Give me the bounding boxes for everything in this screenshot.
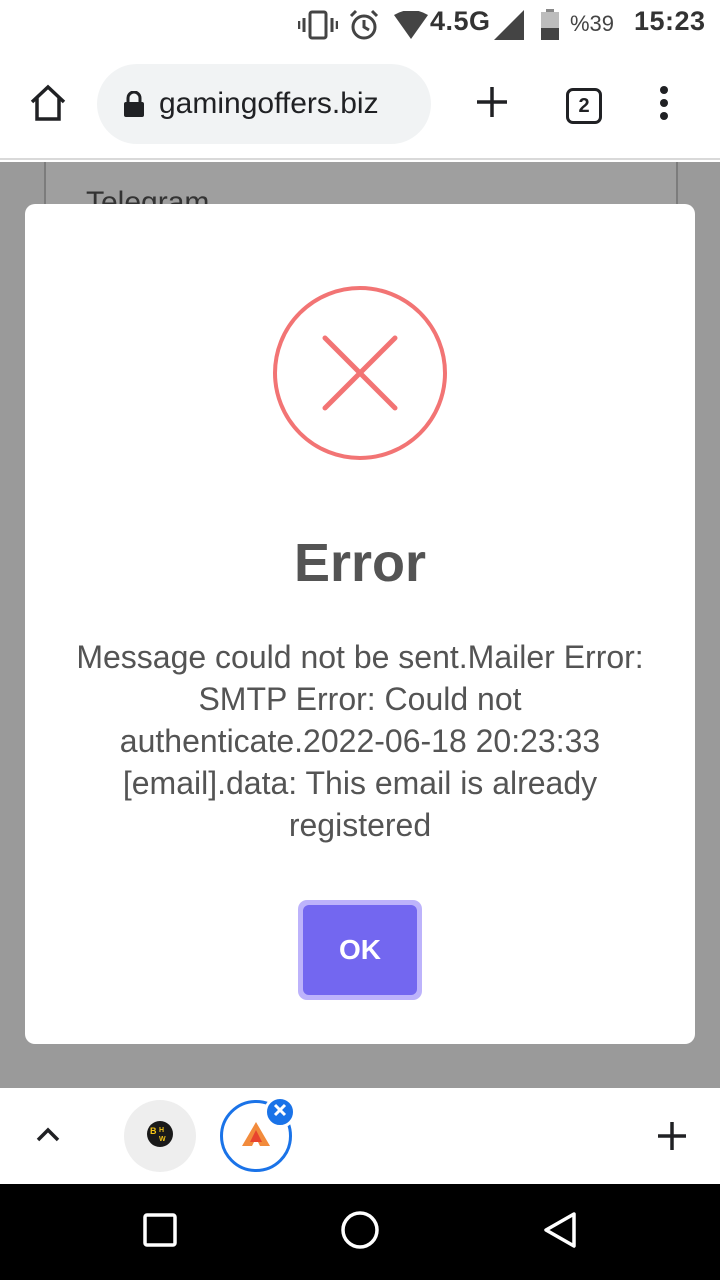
wifi-icon: [394, 8, 428, 42]
address-bar[interactable]: gamingoffers.biz: [97, 64, 431, 144]
svg-text:H: H: [159, 1127, 164, 1134]
browser-toolbar: gamingoffers.biz 2: [0, 50, 720, 160]
dialog-message: Message could not be sent.Mailer Error: …: [76, 639, 644, 843]
close-icon: [273, 1103, 287, 1122]
recents-icon: [143, 1212, 177, 1252]
bhw-favicon-icon: B H W: [146, 1120, 174, 1153]
plus-icon: [657, 1121, 687, 1156]
battery-icon: [540, 8, 560, 42]
home-button[interactable]: [22, 82, 74, 128]
navigation-bar: [0, 1184, 720, 1280]
tab-strip: B H W: [0, 1088, 720, 1184]
new-tab-button[interactable]: [470, 82, 514, 126]
home-circle-icon: [340, 1210, 380, 1255]
dialog-title: Error: [293, 533, 427, 593]
error-icon: [271, 284, 449, 467]
menu-icon: [659, 85, 669, 126]
back-button[interactable]: [530, 1202, 590, 1262]
page-content: Telegram Error Message could not be sent…: [0, 162, 720, 1088]
recents-button[interactable]: [130, 1202, 190, 1262]
back-icon: [542, 1211, 578, 1254]
tab-switcher-button[interactable]: 2: [562, 84, 606, 128]
chevron-up-icon: [36, 1126, 60, 1147]
close-tab-button[interactable]: [264, 1096, 296, 1128]
menu-button[interactable]: [644, 82, 684, 128]
clock: 15:23: [634, 6, 706, 36]
new-tab-icon: [475, 85, 509, 124]
tab-strip-new-tab-button[interactable]: [650, 1116, 694, 1160]
vibrate-icon: [298, 8, 338, 42]
ok-button[interactable]: OK: [303, 905, 417, 995]
home-icon: [28, 84, 68, 127]
lock-icon: [123, 91, 145, 117]
home-nav-button[interactable]: [330, 1202, 390, 1262]
signal-icon: [494, 8, 524, 42]
network-type: 4.5G: [430, 6, 491, 36]
url-text: gamingoffers.biz: [159, 87, 379, 120]
svg-text:B: B: [150, 1126, 157, 1136]
collapse-tab-strip-button[interactable]: [28, 1116, 68, 1156]
tab-bhw[interactable]: B H W: [124, 1100, 196, 1172]
error-dialog: Error Message could not be sent.Mailer E…: [25, 204, 695, 1044]
tab-count: 2: [566, 88, 602, 124]
status-bar: 4.5G %39 15:23: [0, 0, 720, 50]
gamingoffers-favicon-icon: [241, 1121, 271, 1152]
ok-button-focus-ring: OK: [298, 900, 422, 1000]
battery-percent: %39: [570, 11, 615, 36]
svg-text:W: W: [159, 1136, 166, 1143]
alarm-icon: [348, 8, 380, 42]
